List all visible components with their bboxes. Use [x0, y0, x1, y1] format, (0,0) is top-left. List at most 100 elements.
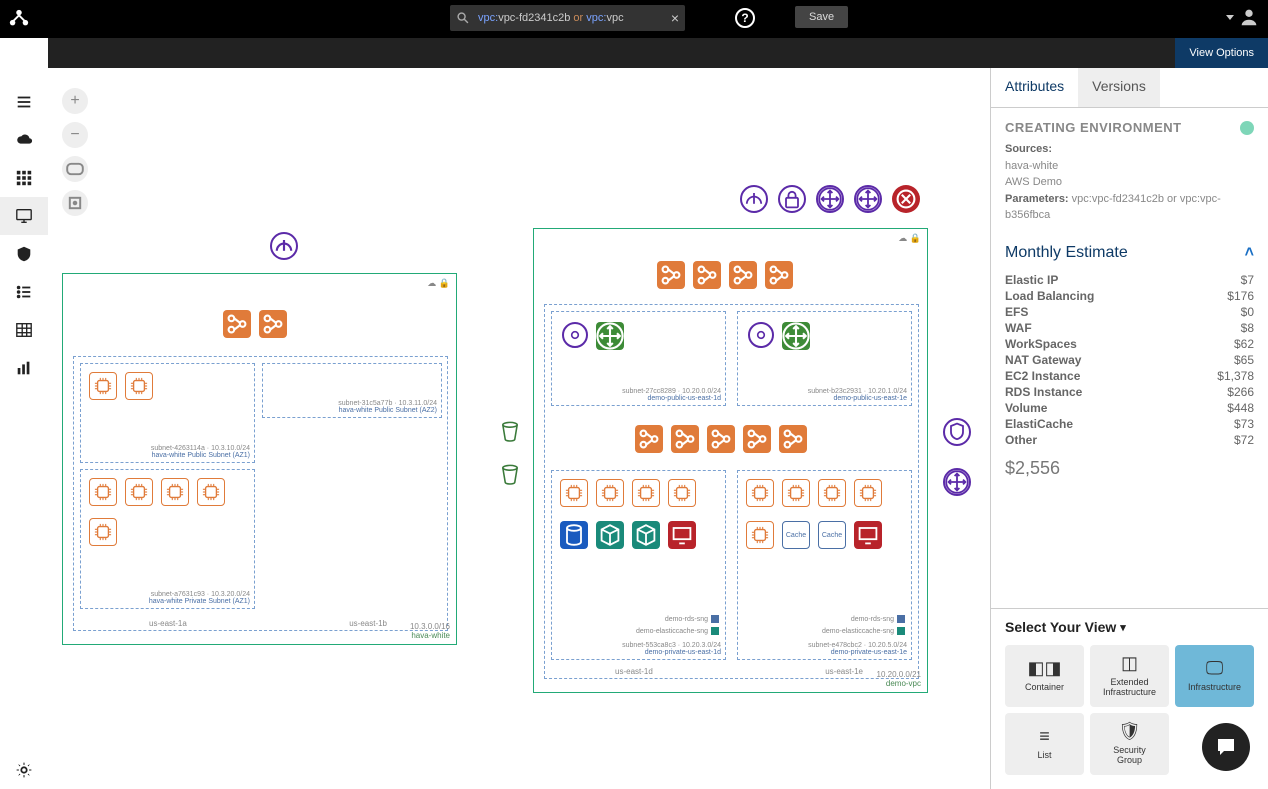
ec2-instance-icon[interactable] [596, 479, 624, 507]
rail-menu[interactable] [0, 83, 48, 121]
move-icon[interactable] [943, 468, 971, 496]
ec2-instance-icon[interactable] [746, 521, 774, 549]
ec2-instance-icon[interactable] [161, 478, 189, 506]
estimate-row: ElastiCache$73 [1005, 416, 1254, 432]
search-box[interactable]: vpc:vpc-fd2341c2b or vpc:vpc × [450, 5, 685, 31]
load-balancer-icon[interactable] [259, 310, 287, 338]
workspace-icon[interactable] [668, 521, 696, 549]
move-tool-2-icon[interactable] [854, 185, 882, 213]
nat-gateway-icon[interactable] [562, 322, 588, 348]
ec2-instance-icon[interactable] [782, 479, 810, 507]
load-balancer-icon[interactable] [779, 425, 807, 453]
load-balancer-icon[interactable] [743, 425, 771, 453]
ec2-instance-icon[interactable] [632, 479, 660, 507]
sng-tag: demo-rds-sng [665, 615, 719, 623]
load-balancer-icon[interactable] [223, 310, 251, 338]
load-balancer-icon[interactable] [657, 261, 685, 289]
ec2-instance-icon[interactable] [89, 518, 117, 546]
rail-grid[interactable] [0, 159, 48, 197]
zoom-in-button[interactable]: + [62, 88, 88, 114]
rail-cloud[interactable] [0, 121, 48, 159]
load-balancer-icon[interactable] [671, 425, 699, 453]
view-card-security[interactable]: 🛡SecurityGroup [1090, 713, 1169, 775]
rail-shield[interactable] [0, 235, 48, 273]
subnet-public-e[interactable]: subnet-b23c2931 · 10.20.1.0/24demo-publi… [737, 311, 912, 406]
ec2-instance-icon[interactable] [746, 479, 774, 507]
save-button[interactable]: Save [795, 6, 848, 28]
subnet-public-az2[interactable]: subnet-31c5a77b · 10.3.11.0/24hava-white… [262, 363, 442, 418]
ec2-instance-icon[interactable] [89, 478, 117, 506]
ec2-instance-icon[interactable] [125, 478, 153, 506]
subnet-private-e[interactable]: Cache Cache demo-rds-sng demo-elasticcac… [737, 470, 912, 660]
load-balancer-icon[interactable] [707, 425, 735, 453]
nat-gateway-icon[interactable] [748, 322, 774, 348]
tab-attributes[interactable]: Attributes [991, 68, 1078, 107]
vpc-region-hava-white[interactable]: ☁ 🔒 subnet-4263114a · 10.3.10.0/24hava-w… [62, 273, 457, 645]
shield-icon[interactable] [943, 418, 971, 446]
subnet-name: demo-private-us-east-1d [645, 649, 721, 656]
rail-settings[interactable] [0, 751, 48, 789]
view-card-list[interactable]: ≡List [1005, 713, 1084, 775]
subnet-id: subnet-a7631c93 · 10.3.20.0/24 [151, 591, 250, 598]
estimate-header[interactable]: Monthly Estimate ˄ [1005, 244, 1254, 262]
load-balancer-icon[interactable] [635, 425, 663, 453]
load-balancer-icon[interactable] [765, 261, 793, 289]
s3-bucket-icon[interactable] [498, 420, 522, 447]
ec2-instance-icon[interactable] [818, 479, 846, 507]
tab-versions[interactable]: Versions [1078, 68, 1160, 107]
rail-chart[interactable] [0, 349, 48, 387]
user-menu[interactable] [1226, 6, 1260, 28]
internet-gateway-icon[interactable] [270, 232, 298, 260]
zoom-out-button[interactable]: − [62, 122, 88, 148]
s3-bucket-icon[interactable] [498, 463, 522, 490]
rail-table[interactable] [0, 311, 48, 349]
az-label: us-east-1b [349, 619, 387, 628]
cache-icon[interactable]: Cache [782, 521, 810, 549]
elasticache-icon[interactable] [596, 521, 624, 549]
workspace-icon[interactable] [854, 521, 882, 549]
vpc-label: 10.3.0.0/16hava-white [410, 623, 450, 641]
ec2-instance-icon[interactable] [560, 479, 588, 507]
subnet-name: hava-white Public Subnet (AZ1) [152, 452, 250, 459]
view-card-container[interactable]: ◧◨Container [1005, 645, 1084, 707]
subnet-private-az1[interactable]: subnet-a7631c93 · 10.3.20.0/24hava-white… [80, 469, 255, 609]
chat-fab[interactable] [1202, 723, 1250, 771]
fit-button[interactable] [62, 156, 88, 182]
load-balancer-icon[interactable] [729, 261, 757, 289]
subnet-public-az1[interactable]: subnet-4263114a · 10.3.10.0/24hava-white… [80, 363, 255, 463]
alert-tool-icon[interactable] [892, 185, 920, 213]
subnet-public-d[interactable]: subnet-27cc8289 · 10.20.0.0/24demo-publi… [551, 311, 726, 406]
lock-tool-icon[interactable] [778, 185, 806, 213]
top-bar: vpc:vpc-fd2341c2b or vpc:vpc × ? Save [0, 0, 1268, 38]
subnet-id: subnet-27cc8289 · 10.20.0.0/24 [622, 388, 721, 395]
diagram-canvas[interactable]: + − ☁ 🔒 subnet-4263114a · 1 [48, 68, 990, 789]
sng-tag: demo-elasticcache-sng [822, 627, 905, 635]
estimate-row: Load Balancing$176 [1005, 288, 1254, 304]
elasticache-icon[interactable] [632, 521, 660, 549]
rds-instance-icon[interactable] [560, 521, 588, 549]
clear-search-icon[interactable]: × [671, 10, 679, 26]
rail-monitor[interactable] [0, 197, 48, 235]
view-card-extended[interactable]: ◫ExtendedInfrastructure [1090, 645, 1169, 707]
ec2-instance-icon[interactable] [125, 372, 153, 400]
ec2-instance-icon[interactable] [854, 479, 882, 507]
view-card-infrastructure[interactable]: 🖵Infrastructure [1175, 645, 1254, 707]
asg-icon[interactable] [596, 322, 624, 350]
view-options-button[interactable]: View Options [1175, 38, 1268, 68]
select-view-toggle[interactable]: Select Your View ▾ [1005, 619, 1254, 635]
ec2-instance-icon[interactable] [89, 372, 117, 400]
center-button[interactable] [62, 190, 88, 216]
move-tool-icon[interactable] [816, 185, 844, 213]
estimate-row: RDS Instance$266 [1005, 384, 1254, 400]
vpc-region-demo[interactable]: ☁ 🔒 subnet-27cc8289 · 10.20.0.0/24demo-p… [533, 228, 928, 693]
subnet-private-d[interactable]: demo-rds-sng demo-elasticcache-sng subne… [551, 470, 726, 660]
app-logo[interactable] [0, 0, 38, 38]
load-balancer-icon[interactable] [693, 261, 721, 289]
igw-tool-icon[interactable] [740, 185, 768, 213]
asg-icon[interactable] [782, 322, 810, 350]
ec2-instance-icon[interactable] [197, 478, 225, 506]
ec2-instance-icon[interactable] [668, 479, 696, 507]
help-button[interactable]: ? [735, 8, 755, 28]
cache-icon[interactable]: Cache [818, 521, 846, 549]
rail-list[interactable] [0, 273, 48, 311]
